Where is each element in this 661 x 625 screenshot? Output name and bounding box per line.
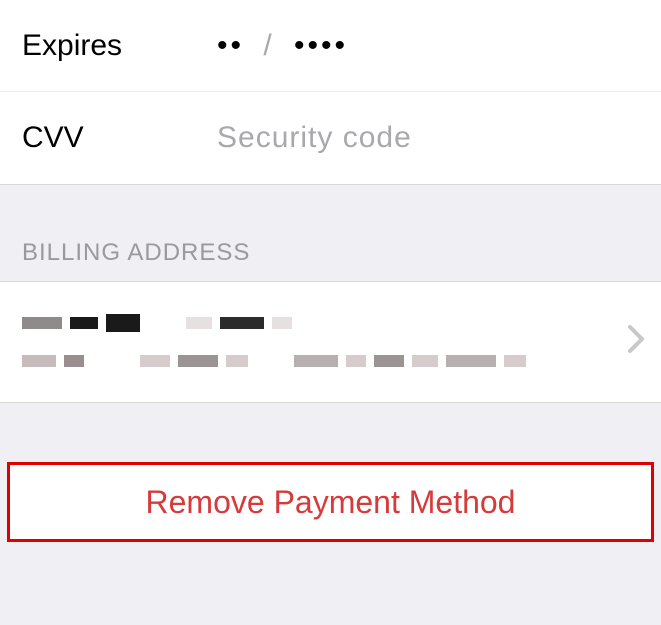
address-line-1-redacted [22,315,627,331]
remove-highlight-box: Remove Payment Method [8,463,653,541]
billing-address-group [0,281,661,403]
address-line-2-redacted [22,353,627,369]
cvv-row[interactable]: CVV [0,92,661,184]
cvv-input[interactable] [217,121,639,155]
chevron-right-icon [627,324,651,361]
remove-payment-method-button[interactable]: Remove Payment Method [8,463,653,541]
expires-month-mask: •• [217,29,244,62]
billing-address-content [22,315,627,369]
expires-value[interactable]: •• / •••• [217,29,639,63]
expires-row[interactable]: Expires •• / •••• [0,0,661,92]
expires-year-mask: •••• [294,29,348,62]
billing-address-row[interactable] [0,282,661,402]
expires-separator: / [263,29,274,62]
card-fields-group: Expires •• / •••• CVV [0,0,661,185]
billing-address-header: BILLING ADDRESS [0,185,661,281]
expires-label: Expires [22,29,217,63]
cvv-label: CVV [22,121,217,155]
spacer [0,403,661,463]
